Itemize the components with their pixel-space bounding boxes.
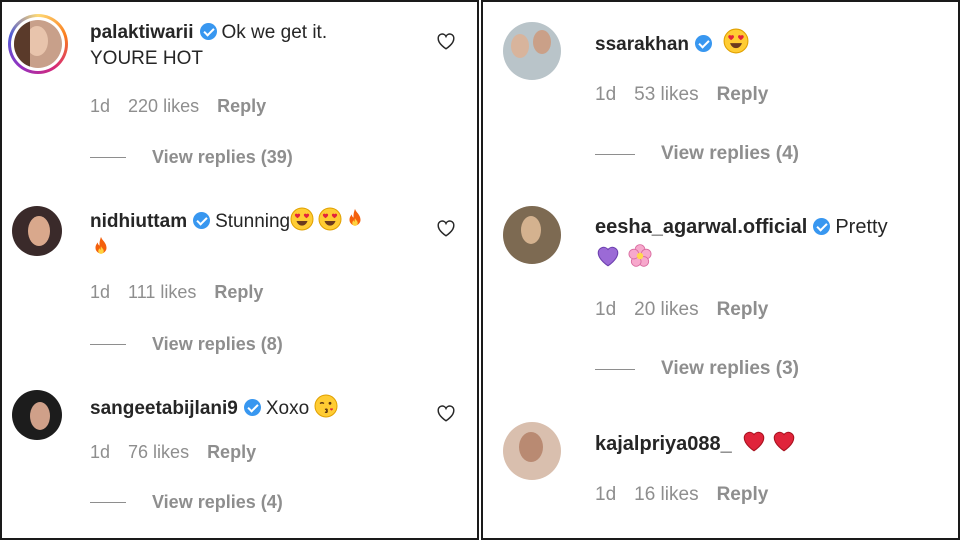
likes-count[interactable]: 220 likes <box>128 96 199 116</box>
verified-badge-icon <box>813 218 831 235</box>
view-replies-button[interactable]: View replies (39) <box>90 147 293 168</box>
comment-body: eesha_agarwal.official Pretty <box>595 211 945 275</box>
red-heart-emoji <box>741 428 767 454</box>
divider-line <box>90 502 126 503</box>
view-replies-button[interactable]: View replies (4) <box>90 492 283 513</box>
heart-eyes-emoji <box>290 207 314 231</box>
view-replies-label: View replies (39) <box>152 147 293 167</box>
verified-badge-icon <box>199 23 217 40</box>
comment-meta: 1d 111 likes Reply <box>90 282 281 303</box>
likes-count[interactable]: 53 likes <box>634 84 698 105</box>
reply-button[interactable]: Reply <box>207 442 256 462</box>
comment-text: Stunning <box>215 211 291 232</box>
comment-meta: 1d 220 likes Reply <box>90 96 284 117</box>
likes-count[interactable]: 111 likes <box>128 282 196 302</box>
purple-heart-emoji <box>595 243 621 269</box>
comment-meta: 1d 53 likes Reply <box>595 84 786 106</box>
heart-outline-icon[interactable] <box>436 219 456 237</box>
divider-line <box>595 153 635 155</box>
divider-line <box>90 157 126 158</box>
username-link[interactable]: ssarakhan <box>595 34 689 55</box>
avatar[interactable] <box>503 206 561 264</box>
view-replies-label: View replies (3) <box>661 358 799 379</box>
reply-button[interactable]: Reply <box>717 484 769 505</box>
fire-emoji <box>344 207 366 231</box>
comment-body: nidhiuttam Stunning <box>90 207 410 263</box>
right-comments-panel: ssarakhan 1d 53 likes Reply View replies (… <box>481 0 960 540</box>
comment-time: 1d <box>595 299 617 320</box>
comment-meta: 1d 76 likes Reply <box>90 442 274 463</box>
kissing-winking-emoji <box>314 394 338 418</box>
likes-count[interactable]: 16 likes <box>634 484 698 505</box>
username-link[interactable]: kajalpriya088_ <box>595 433 732 455</box>
red-heart-emoji <box>771 428 797 454</box>
comment-body: sangeetabijlani9 Xoxo <box>90 394 420 422</box>
left-comments-panel: palaktiwarii Ok we get it. YOURE HOT 1d 22… <box>0 0 479 540</box>
username-link[interactable]: palaktiwarii <box>90 22 194 43</box>
comment-text: Pretty <box>835 216 888 238</box>
verified-badge-icon <box>243 399 261 416</box>
comment-text: Ok we get it. <box>221 22 328 43</box>
heart-outline-icon[interactable] <box>436 404 456 422</box>
comment-time: 1d <box>90 442 111 462</box>
comment-time: 1d <box>90 96 111 116</box>
reply-button[interactable]: Reply <box>217 96 266 116</box>
comment-meta: 1d 20 likes Reply <box>595 299 786 321</box>
verified-badge-icon <box>695 35 713 52</box>
heart-outline-icon[interactable] <box>436 32 456 50</box>
comment-time: 1d <box>595 84 617 105</box>
blossom-emoji <box>627 243 653 269</box>
view-replies-button[interactable]: View replies (8) <box>90 334 283 355</box>
likes-count[interactable]: 76 likes <box>128 442 189 462</box>
comment-time: 1d <box>595 484 617 505</box>
fire-emoji <box>90 235 112 259</box>
reply-button[interactable]: Reply <box>717 299 769 320</box>
divider-line <box>595 368 635 370</box>
username-link[interactable]: sangeetabijlani9 <box>90 398 238 419</box>
avatar[interactable] <box>12 206 62 256</box>
comment-meta: 1d 16 likes Reply <box>595 484 786 506</box>
likes-count[interactable]: 20 likes <box>634 299 698 320</box>
username-link[interactable]: nidhiuttam <box>90 211 187 232</box>
comment-time: 1d <box>90 282 111 302</box>
view-replies-button[interactable]: View replies (3) <box>595 358 799 380</box>
avatar[interactable] <box>14 20 62 68</box>
comment-body: ssarakhan <box>595 28 935 58</box>
view-replies-label: View replies (4) <box>661 143 799 164</box>
avatar[interactable] <box>12 390 62 440</box>
story-ring[interactable] <box>8 14 68 74</box>
heart-eyes-emoji <box>318 207 342 231</box>
avatar[interactable] <box>503 22 561 80</box>
heart-eyes-emoji <box>723 28 749 54</box>
verified-badge-icon <box>193 212 211 229</box>
comment-text-line2: YOURE HOT <box>90 48 203 69</box>
comment-text: Xoxo <box>265 398 310 419</box>
view-replies-label: View replies (8) <box>152 334 283 354</box>
view-replies-label: View replies (4) <box>152 492 283 512</box>
avatar[interactable] <box>503 422 561 480</box>
reply-button[interactable]: Reply <box>214 282 263 302</box>
username-link[interactable]: eesha_agarwal.official <box>595 216 807 238</box>
view-replies-button[interactable]: View replies (4) <box>595 143 799 165</box>
divider-line <box>90 344 126 345</box>
comment-body: palaktiwarii Ok we get it. YOURE HOT <box>90 20 410 72</box>
comment-body: kajalpriya088_ <box>595 428 945 457</box>
reply-button[interactable]: Reply <box>717 84 769 105</box>
